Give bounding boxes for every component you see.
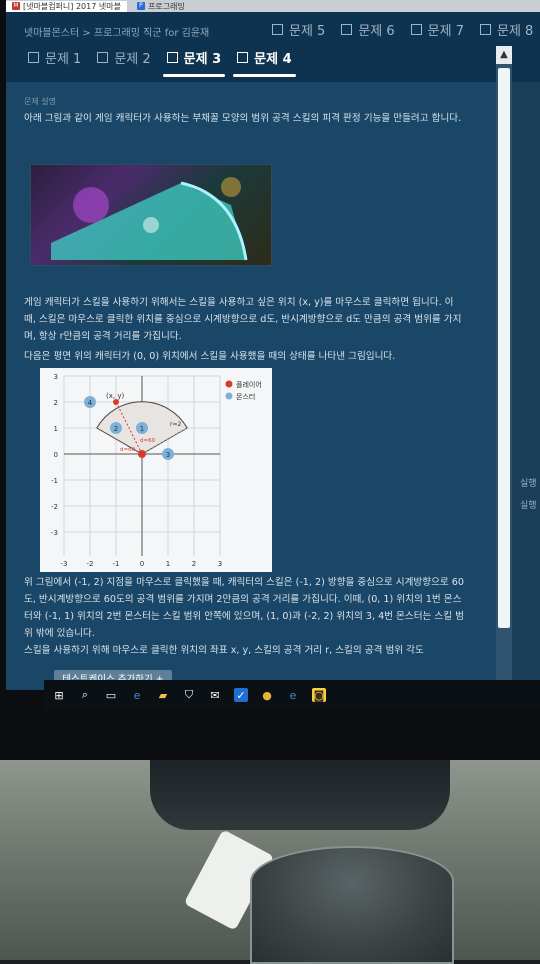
figure-legend: 플레이어 몬스터 bbox=[225, 380, 262, 401]
svg-text:3: 3 bbox=[166, 451, 170, 459]
monster-1: 1 bbox=[136, 422, 148, 434]
browser-tab-label: [넷마블컴퍼니] 2017 넷마블 bbox=[23, 1, 121, 11]
tab-label: 문제 1 bbox=[45, 52, 82, 67]
tab-problem-1[interactable]: 문제 1 bbox=[20, 48, 89, 67]
tab-problem-2[interactable]: 문제 2 bbox=[89, 48, 158, 67]
tab-problem-4[interactable]: 문제 4 bbox=[229, 48, 300, 77]
svg-text:몬스터: 몬스터 bbox=[236, 392, 255, 401]
monster-3: 3 bbox=[162, 448, 174, 460]
tab-problem-3[interactable]: 문제 3 bbox=[159, 48, 230, 77]
tab-label: 문제 3 bbox=[183, 52, 222, 67]
tab-label: 문제 6 bbox=[358, 24, 395, 39]
problem-tabs-upper: 문제 5 문제 6 문제 7 문제 8 bbox=[264, 20, 540, 39]
search-icon[interactable]: ⌕ bbox=[78, 688, 92, 702]
monster-2: 2 bbox=[110, 422, 122, 434]
tab-problem-6[interactable]: 문제 6 bbox=[333, 20, 402, 39]
tab-problem-7[interactable]: 문제 7 bbox=[403, 20, 472, 39]
vertical-scrollbar[interactable]: ▲ bbox=[496, 46, 512, 688]
problem-tabs-lower: 문제 1 문제 2 문제 3 문제 4 bbox=[20, 48, 300, 77]
svg-text:0: 0 bbox=[140, 560, 144, 568]
checkbox-icon bbox=[28, 52, 39, 63]
store-icon[interactable]: ⛉ bbox=[182, 688, 196, 702]
app-icon[interactable]: ✓ bbox=[234, 688, 248, 702]
angle-annotation: d=60 bbox=[120, 447, 136, 453]
svg-text:-1: -1 bbox=[113, 560, 120, 568]
game-screenshot-image bbox=[30, 164, 272, 266]
monster-4: 4 bbox=[84, 396, 96, 408]
checkbox-icon bbox=[237, 52, 249, 63]
click-point-marker bbox=[113, 399, 119, 405]
figure-intro-text: 다음은 평면 위의 캐릭터가 (0, 0) 위치에서 스킬을 사용했을 때의 상… bbox=[24, 351, 396, 362]
svg-text:1: 1 bbox=[54, 425, 58, 433]
right-side-panel: 실행 실행 bbox=[512, 82, 540, 690]
run-label[interactable]: 실행 bbox=[520, 476, 537, 489]
svg-text:2: 2 bbox=[114, 425, 118, 433]
svg-text:4: 4 bbox=[88, 399, 93, 407]
tab-label: 문제 4 bbox=[254, 52, 292, 67]
y-tick-labels: 3 2 1 0 -1 -2 -3 bbox=[51, 373, 58, 537]
skill-range-figure: (x, y) r=2 d=60 d=60 4 2 1 3 3 2 1 0 -1 … bbox=[40, 368, 272, 572]
figure-explanation-text: 위 그림에서 (-1, 2) 지점을 마우스로 클릭했을 때, 캐릭터의 스킬은… bbox=[24, 577, 464, 639]
browser-tab-label: 프로그래밍 bbox=[147, 1, 185, 11]
checkbox-icon bbox=[410, 24, 422, 35]
windows-taskbar: ⊞ ⌕ ▭ e ▰ ⛉ ✉ ✓ ● e ◙ bbox=[44, 680, 540, 710]
svg-text:2: 2 bbox=[54, 399, 58, 407]
svg-text:-3: -3 bbox=[51, 529, 58, 537]
programmers-favicon-icon: P bbox=[136, 2, 145, 10]
svg-text:0: 0 bbox=[54, 451, 58, 459]
svg-text:-2: -2 bbox=[51, 503, 58, 511]
breadcrumb[interactable]: 넷마블몬스터 > 프로그래밍 직군 for 김윤재 bbox=[24, 24, 209, 39]
browser-tab-programming[interactable]: P 프로그래밍 bbox=[131, 1, 191, 12]
checkbox-icon bbox=[166, 52, 178, 63]
tab-problem-5[interactable]: 문제 5 bbox=[264, 20, 333, 39]
problem-description: 문제 설명 아래 그림과 같이 게임 캐릭터가 사용하는 부채꼴 모양의 범위 … bbox=[6, 82, 496, 690]
input-description-text: 스킬을 사용하기 위해 마우스로 클릭한 위치의 좌표 x, y, 스킬의 공격… bbox=[24, 645, 424, 656]
svg-text:플레이어: 플레이어 bbox=[236, 380, 262, 389]
player-marker bbox=[138, 450, 146, 458]
svg-text:-3: -3 bbox=[61, 560, 68, 568]
explorer-icon[interactable]: ▰ bbox=[156, 688, 170, 702]
glass-cup bbox=[250, 846, 454, 964]
x-tick-labels: -3 -2 -1 0 1 2 3 bbox=[61, 560, 223, 568]
browser-tab-netmarble[interactable]: M [넷마블컴퍼니] 2017 넷마블 bbox=[6, 0, 127, 12]
run-label[interactable]: 실행 bbox=[520, 498, 537, 511]
svg-text:3: 3 bbox=[218, 560, 222, 568]
mail-icon[interactable]: ✉ bbox=[208, 688, 222, 702]
kakaotalk-icon[interactable]: ◙ bbox=[312, 688, 326, 702]
edge-icon[interactable]: e bbox=[130, 688, 144, 702]
netmarble-favicon-icon: M bbox=[12, 2, 20, 10]
checkbox-icon bbox=[341, 24, 353, 35]
screen: M [넷마블컴퍼니] 2017 넷마블 P 프로그래밍 넷마블몬스터 > 프로그… bbox=[6, 0, 540, 690]
monitor-stand bbox=[150, 760, 450, 830]
svg-text:1: 1 bbox=[140, 425, 144, 433]
chrome-icon[interactable]: ● bbox=[260, 688, 274, 702]
windows-icon[interactable]: ⊞ bbox=[52, 688, 66, 702]
svg-text:3: 3 bbox=[54, 373, 58, 381]
checkbox-icon bbox=[97, 52, 109, 63]
tab-label: 문제 7 bbox=[427, 24, 464, 39]
checkbox-icon bbox=[272, 24, 283, 35]
skill-explanation-text: 게임 캐릭터가 스킬을 사용하기 위해서는 스킬을 사용하고 싶은 위치 (x,… bbox=[24, 297, 462, 342]
angle-annotation: d=60 bbox=[140, 438, 156, 444]
tab-label: 문제 2 bbox=[114, 52, 151, 67]
svg-text:2: 2 bbox=[192, 560, 196, 568]
checkbox-icon bbox=[479, 24, 491, 35]
intro-text: 아래 그림과 같이 게임 캐릭터가 사용하는 부채꼴 모양의 범위 공격 스킬의… bbox=[24, 113, 462, 124]
task-view-icon[interactable]: ▭ bbox=[104, 688, 118, 702]
svg-text:-2: -2 bbox=[87, 560, 94, 568]
tab-problem-8[interactable]: 문제 8 bbox=[472, 20, 540, 39]
scroll-thumb[interactable] bbox=[498, 68, 510, 628]
browser-tab-bar: M [넷마블컴퍼니] 2017 넷마블 P 프로그래밍 bbox=[6, 0, 540, 12]
ie-icon[interactable]: e bbox=[286, 688, 300, 702]
range-annotation: r=2 bbox=[170, 421, 181, 428]
monitor-bezel: M [넷마블컴퍼니] 2017 넷마블 P 프로그래밍 넷마블몬스터 > 프로그… bbox=[0, 0, 540, 760]
svg-text:1: 1 bbox=[166, 560, 170, 568]
scroll-up-icon[interactable]: ▲ bbox=[496, 46, 512, 64]
section-title: 문제 설명 bbox=[24, 97, 56, 106]
click-point-annotation: (x, y) bbox=[106, 392, 124, 400]
tab-label: 문제 8 bbox=[496, 24, 534, 39]
svg-text:-1: -1 bbox=[51, 477, 58, 485]
tab-label: 문제 5 bbox=[289, 24, 326, 39]
